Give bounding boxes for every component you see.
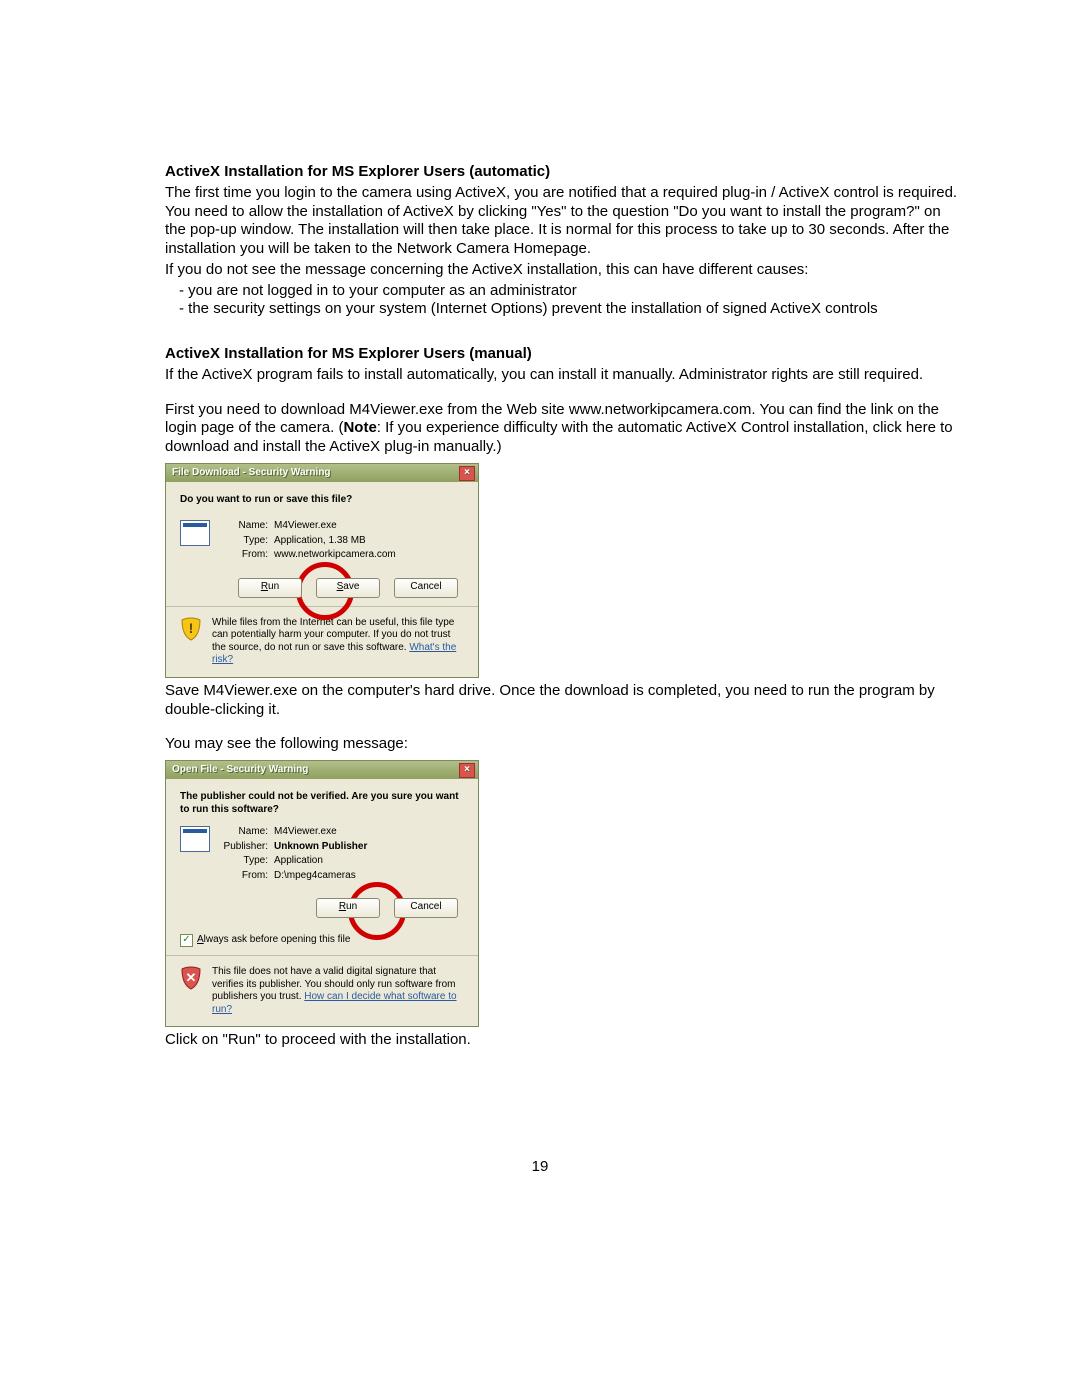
application-icon (180, 826, 210, 852)
file-download-dialog: File Download - Security Warning × Do yo… (165, 463, 479, 678)
dialog-question: Do you want to run or save this file? (180, 494, 464, 507)
shield-warning-icon: ! (180, 617, 202, 641)
name-value: M4Viewer.exe (274, 826, 337, 839)
page-number: 19 (0, 1158, 1080, 1175)
publisher-label: Publisher: (220, 841, 268, 854)
save-button[interactable]: Save (316, 578, 380, 598)
always-ask-checkbox[interactable]: ✓ Always ask before opening this file (180, 934, 464, 947)
close-icon[interactable]: × (459, 763, 475, 778)
causes-list: you are not logged in to your computer a… (165, 282, 965, 320)
from-label: From: (220, 870, 268, 883)
svg-text:✕: ✕ (186, 970, 197, 985)
cancel-button[interactable]: Cancel (394, 578, 458, 598)
from-value: D:\mpeg4cameras (274, 870, 356, 883)
type-value: Application, 1.38 MB (274, 535, 366, 548)
para-after-dialog1: Save M4Viewer.exe on the computer's hard… (165, 682, 965, 720)
heading-activex-auto: ActiveX Installation for MS Explorer Use… (165, 163, 965, 182)
warning-text: This file does not have a valid digital … (212, 966, 464, 1016)
shield-error-icon: ✕ (180, 966, 202, 990)
para-manual-1: If the ActiveX program fails to install … (165, 366, 965, 385)
para-auto-2: If you do not see the message concerning… (165, 261, 965, 280)
list-item: you are not logged in to your computer a… (179, 282, 965, 301)
run-button[interactable]: Run (238, 578, 302, 598)
name-label: Name: (220, 826, 268, 839)
dialog-titlebar: Open File - Security Warning × (166, 761, 478, 779)
dialog-titlebar: File Download - Security Warning × (166, 464, 478, 482)
heading-activex-manual: ActiveX Installation for MS Explorer Use… (165, 345, 965, 364)
name-value: M4Viewer.exe (274, 520, 337, 533)
dialog-question: The publisher could not be verified. Are… (180, 791, 464, 816)
checkbox-icon[interactable]: ✓ (180, 934, 193, 947)
from-label: From: (220, 549, 268, 562)
para-before-dialog2: You may see the following message: (165, 735, 965, 754)
type-label: Type: (220, 535, 268, 548)
close-icon[interactable]: × (459, 466, 475, 481)
run-button[interactable]: Run (316, 898, 380, 918)
publisher-value: Unknown Publisher (274, 841, 367, 854)
list-item: the security settings on your system (In… (179, 300, 965, 319)
from-value: www.networkipcamera.com (274, 549, 396, 562)
para-after-dialog2: Click on "Run" to proceed with the insta… (165, 1031, 965, 1050)
para-manual-2: First you need to download M4Viewer.exe … (165, 401, 965, 457)
type-label: Type: (220, 855, 268, 868)
application-icon (180, 520, 210, 546)
para-auto-1: The first time you login to the camera u… (165, 184, 965, 259)
type-value: Application (274, 855, 323, 868)
open-file-dialog: Open File - Security Warning × The publi… (165, 760, 479, 1027)
svg-text:!: ! (189, 620, 194, 636)
name-label: Name: (220, 520, 268, 533)
warning-text: While files from the Internet can be use… (212, 617, 464, 667)
cancel-button[interactable]: Cancel (394, 898, 458, 918)
